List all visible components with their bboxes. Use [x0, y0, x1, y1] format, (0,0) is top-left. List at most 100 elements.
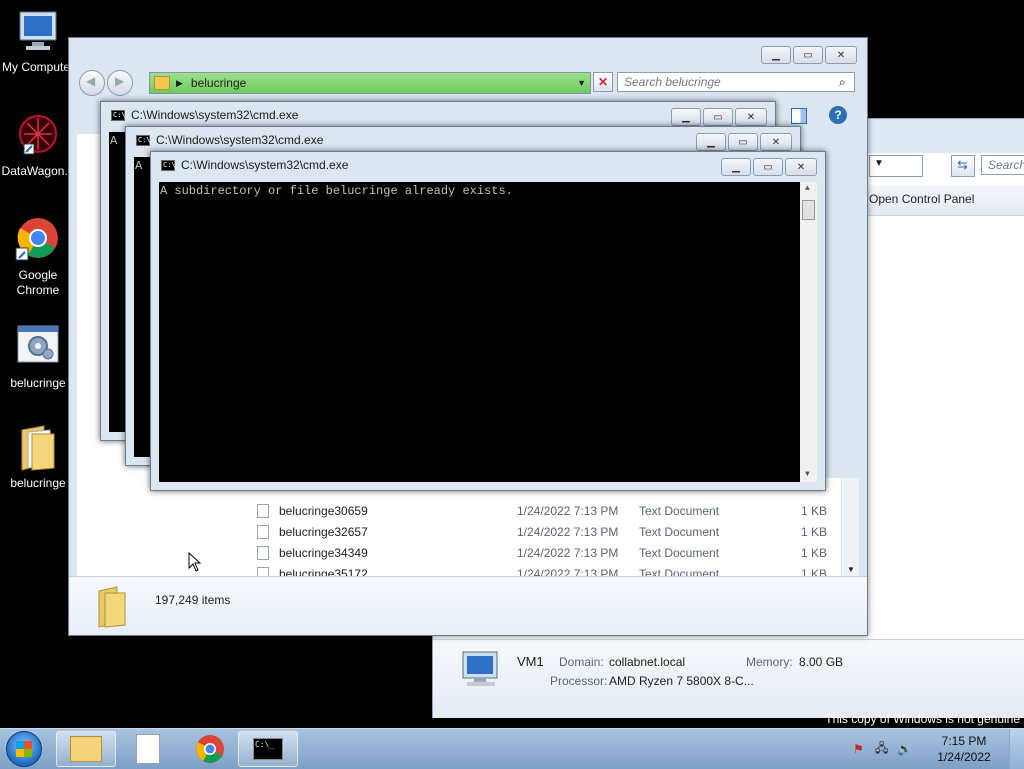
maximize-button[interactable]: ▭ [753, 158, 783, 176]
folder-small-icon [154, 76, 170, 90]
search-input[interactable]: Search belucringe [617, 72, 855, 92]
open-control-panel-button[interactable]: Open Control Panel [869, 192, 974, 206]
cmd-title-bar: C:\ C:\Windows\system32\cmd.exe [136, 133, 323, 147]
cmd-title: C:\Windows\system32\cmd.exe [181, 158, 349, 172]
desktop-icon-label: belucringe [10, 376, 66, 390]
taskbar-chrome-button[interactable] [180, 731, 240, 767]
scroll-down-icon: ▼ [805, 470, 810, 479]
action-center-flag-icon[interactable]: ⚑ [853, 742, 871, 756]
address-dropdown-icon[interactable]: ▼ [577, 78, 586, 88]
back-arrow-icon: ◀ [86, 74, 96, 88]
forward-button[interactable]: ▶ [107, 70, 133, 96]
console-scrollbar[interactable]: ▲ ▼ [800, 182, 817, 482]
text-document-icon [257, 503, 269, 518]
search-input[interactable]: Search [981, 155, 1024, 175]
back-button[interactable]: ◀ [79, 70, 105, 96]
maximize-icon: ▭ [738, 136, 748, 148]
taskbar-cmd-button[interactable]: C:\_ [238, 731, 298, 767]
folder-large-icon [95, 585, 131, 632]
cmd-icon: C:\ [111, 109, 126, 121]
chevron-down-icon: ▼ [874, 158, 884, 169]
cmd-icon: C:\ [161, 159, 176, 171]
stop-button[interactable]: ✕ [593, 72, 613, 92]
desktop-icon-belucringe-folder[interactable]: belucringe [0, 424, 78, 491]
maximize-button[interactable]: ▭ [703, 108, 733, 126]
cmd-title: C:\Windows\system32\cmd.exe [156, 133, 324, 147]
file-size: 1 KB [800, 545, 827, 560]
desktop-icon-belucringe-exe[interactable]: belucringe [0, 324, 78, 391]
stop-x-icon: ✕ [597, 75, 609, 89]
cmd-title-bar: C:\ C:\Windows\system32\cmd.exe [161, 158, 348, 172]
file-name: belucringe34349 [279, 545, 368, 560]
volume-icon[interactable]: 🔊 [897, 742, 915, 756]
minimize-button[interactable]: ▁ [671, 108, 701, 126]
breadcrumb-arrow-icon: ▶ [176, 77, 183, 88]
close-button[interactable]: ✕ [785, 158, 817, 176]
refresh-button[interactable]: ⇆ [951, 155, 975, 177]
desktop-icon-datawagon[interactable]: DataWagon... [0, 112, 78, 179]
forward-arrow-icon: ▶ [115, 74, 125, 88]
details-pane: VM1 Domain: collabnet.local Memory: 8.00… [433, 639, 1024, 718]
close-button[interactable]: ✕ [760, 133, 792, 151]
desktop-icon-my-computer[interactable]: My Computer [0, 8, 78, 75]
file-type: Text Document [639, 503, 720, 518]
help-button[interactable]: ? [829, 106, 847, 124]
address-dropdown[interactable]: ▼ [869, 155, 923, 177]
file-row[interactable]: belucringe32657 1/24/2022 7:13 PM Text D… [235, 521, 835, 542]
file-row[interactable]: belucringe34349 1/24/2022 7:13 PM Text D… [235, 542, 835, 563]
close-icon: ✕ [771, 136, 781, 148]
file-size: 1 KB [800, 503, 827, 518]
minimize-button[interactable]: ▁ [761, 46, 791, 64]
computer-icon [14, 8, 62, 56]
chrome-icon [196, 735, 224, 763]
close-button[interactable]: ✕ [735, 108, 767, 126]
scroll-down-icon: ▼ [847, 565, 855, 574]
memory-label: Memory: [746, 655, 793, 669]
close-icon: ✕ [836, 49, 846, 61]
address-bar[interactable]: ▶ belucringe ▼ [149, 72, 591, 94]
window-controls: ▁ ▭ ✕ [721, 158, 817, 176]
maximize-button[interactable]: ▭ [728, 133, 758, 151]
minimize-button[interactable]: ▁ [721, 158, 751, 176]
window-controls: ▁ ▭ ✕ [761, 46, 857, 64]
file-list[interactable]: belucringe30659 1/24/2022 7:13 PM Text D… [235, 478, 859, 576]
network-icon[interactable]: 🖧 [875, 739, 893, 760]
show-desktop-button[interactable] [1009, 729, 1024, 769]
file-date: 1/24/2022 7:13 PM [517, 503, 619, 518]
file-row[interactable]: belucringe30659 1/24/2022 7:13 PM Text D… [235, 500, 835, 521]
explorer-folder-icon [70, 736, 102, 762]
preview-pane-button[interactable] [791, 108, 809, 126]
file-list-scrollbar[interactable]: ▼ [841, 478, 859, 576]
navigation-row: ◀ ▶ ▶ belucringe ▼ ✕ Search belucringe ⌕ [77, 70, 857, 96]
maximize-button[interactable]: ▭ [793, 46, 823, 64]
domain-value: collabnet.local [609, 655, 686, 669]
help-icon: ? [834, 108, 842, 122]
minimize-button[interactable]: ▁ [696, 133, 726, 151]
window-controls: ▁ ▭ ✕ [696, 133, 792, 151]
file-type: Text Document [639, 545, 720, 560]
cmd-window-3[interactable]: C:\ C:\Windows\system32\cmd.exe ▁ ▭ ✕ A s… [150, 151, 826, 491]
taskbar-notepad-button[interactable] [118, 731, 178, 767]
console-output[interactable]: A subdirectory or file belucringe alread… [159, 182, 817, 482]
desktop-icon-google-chrome[interactable]: Google Chrome [0, 216, 78, 298]
file-size: 1 KB [800, 566, 827, 577]
system-tray: ⚑ 🖧 🔊 7:15 PM 1/24/2022 [853, 729, 1024, 769]
start-button[interactable] [6, 731, 42, 767]
close-button[interactable]: ✕ [825, 46, 857, 64]
clock[interactable]: 7:15 PM 1/24/2022 [919, 733, 1009, 765]
minimize-icon: ▁ [772, 49, 780, 61]
scroll-thumb[interactable] [802, 200, 815, 220]
processor-label: Processor: [550, 674, 608, 688]
computer-name: VM1 [517, 654, 544, 669]
file-date: 1/24/2022 7:13 PM [517, 566, 619, 577]
processor-value: AMD Ryzen 7 5800X 8-C... [609, 674, 754, 688]
file-row[interactable]: belucringe35172 1/24/2022 7:13 PM Text D… [235, 563, 835, 576]
clock-time: 7:15 PM [941, 734, 987, 748]
genuine-watermark: This copy of Windows is not genuine [825, 712, 1020, 726]
taskbar-explorer-button[interactable] [56, 731, 116, 767]
cmd-title-bar: C:\ C:\Windows\system32\cmd.exe [111, 108, 298, 122]
batch-file-gear-icon [14, 324, 62, 372]
console-text: A subdirectory or file belucringe alread… [160, 184, 513, 198]
file-date: 1/24/2022 7:13 PM [517, 524, 619, 539]
minimize-icon: ▁ [732, 161, 740, 173]
